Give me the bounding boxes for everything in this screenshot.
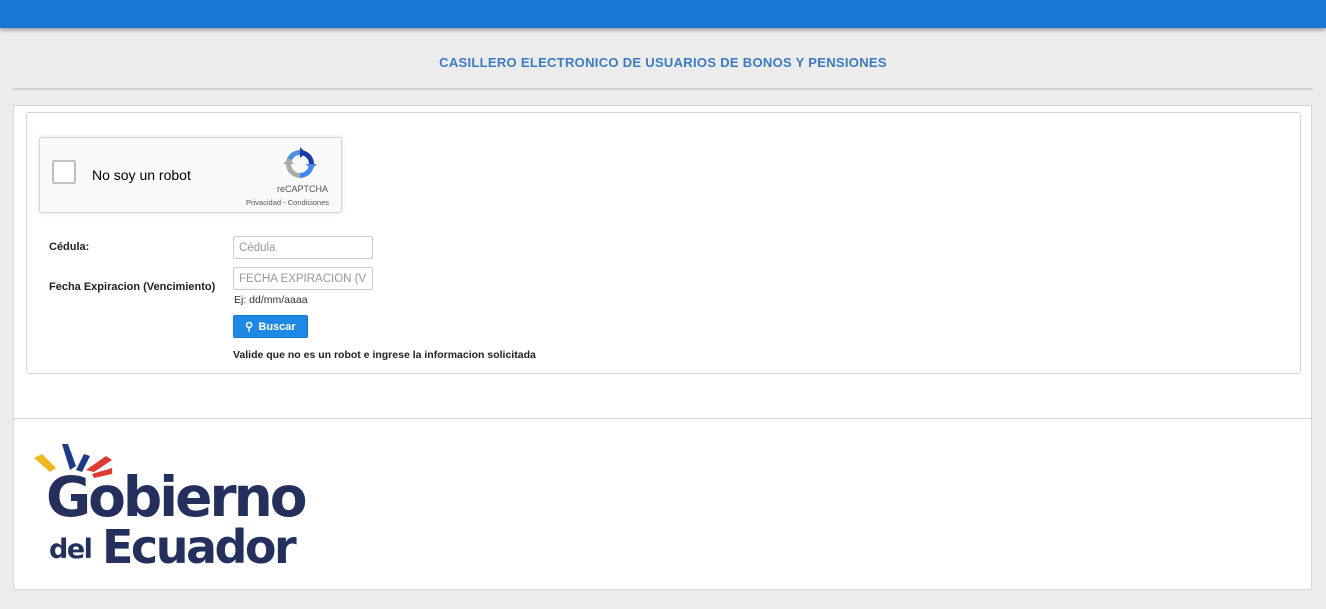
cedula-input[interactable] — [233, 236, 373, 259]
fecha-hint: Ej: dd/mm/aaaa — [234, 294, 308, 306]
recaptcha-checkbox[interactable] — [52, 160, 76, 184]
cedula-label: Cédula: — [49, 241, 90, 253]
fecha-expiracion-input[interactable] — [233, 267, 373, 290]
search-icon: ⚲ — [245, 321, 254, 333]
recaptcha-label: No soy un robot — [92, 167, 191, 183]
recaptcha-link-separator: - — [281, 198, 288, 207]
search-button[interactable]: ⚲ Buscar — [233, 315, 308, 338]
top-bar — [0, 0, 1326, 28]
form-panel: No soy un robot reCAPTCHA Privacidad - C… — [26, 112, 1301, 374]
title-divider — [13, 88, 1313, 90]
recaptcha-links: Privacidad - Condiciones — [246, 198, 329, 207]
page-title: CASILLERO ELECTRONICO DE USUARIOS DE BON… — [439, 55, 887, 70]
fecha-expiracion-label: Fecha Expiracion (Vencimiento) — [49, 281, 216, 293]
logo-text-ecuador: Ecuador — [102, 520, 297, 574]
validation-message: Valide que no es un robot e ingrese la i… — [233, 349, 536, 361]
recaptcha-widget: No soy un robot reCAPTCHA Privacidad - C… — [39, 137, 342, 213]
recaptcha-logo-icon — [283, 147, 317, 178]
recaptcha-privacy-link[interactable]: Privacidad — [246, 198, 281, 207]
recaptcha-terms-link[interactable]: Condiciones — [288, 198, 329, 207]
main-panel: No soy un robot reCAPTCHA Privacidad - C… — [13, 105, 1312, 590]
gobierno-ecuador-logo: Gobierno del Ecuador — [32, 440, 332, 575]
footer-divider — [14, 418, 1311, 419]
recaptcha-brand: reCAPTCHA — [276, 184, 328, 194]
search-button-label: Buscar — [258, 320, 296, 333]
logo-text-del: del — [49, 534, 93, 565]
logo-text-gobierno: Gobierno — [46, 465, 308, 529]
